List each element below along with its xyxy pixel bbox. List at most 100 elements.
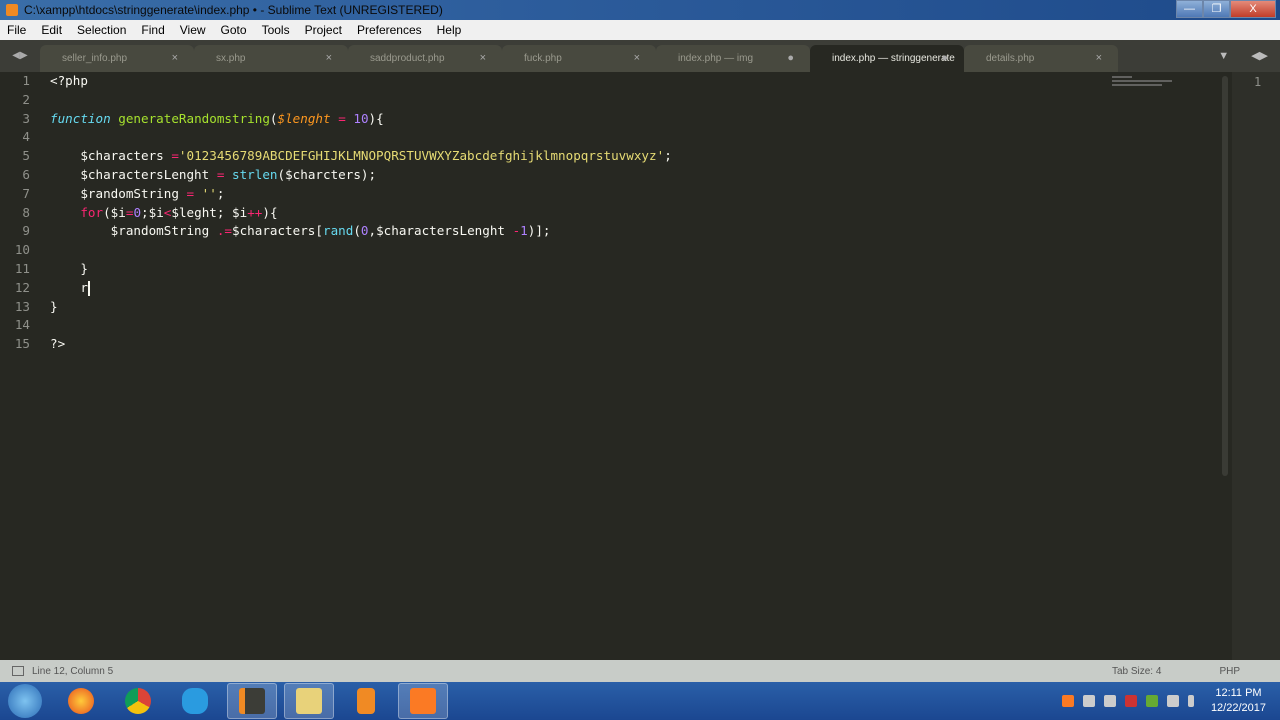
windows-start-icon[interactable] bbox=[8, 684, 42, 718]
tab-label: fuck.php bbox=[524, 53, 562, 64]
unsaved-dot-icon[interactable]: ● bbox=[787, 45, 794, 72]
tab-label: seller_info.php bbox=[62, 53, 128, 64]
code-token: 0 bbox=[133, 204, 142, 220]
code-line[interactable]: $characters ='0123456789ABCDEFGHIJKLMNOP… bbox=[50, 147, 671, 166]
code-line[interactable]: $randomString .=$characters[rand(0,$char… bbox=[50, 222, 672, 241]
line-number: 4 bbox=[22, 129, 30, 145]
tab-saddproduct-php[interactable]: saddproduct.php × bbox=[348, 45, 502, 72]
file-explorer-icon[interactable] bbox=[284, 683, 334, 719]
tab-label: index.php — stringgenerate bbox=[832, 53, 955, 64]
menu-preferences[interactable]: Preferences bbox=[350, 23, 430, 37]
syntax-mode[interactable]: PHP bbox=[1219, 666, 1240, 677]
xampp-icon[interactable] bbox=[398, 683, 448, 719]
tab-close-icon[interactable]: × bbox=[634, 45, 640, 72]
close-button[interactable]: X bbox=[1230, 0, 1276, 18]
tab-index-php-stringgenerate[interactable]: index.php — stringgenerate ● bbox=[810, 45, 964, 72]
vertical-scrollbar[interactable] bbox=[1222, 76, 1228, 476]
restore-button[interactable]: ❐ bbox=[1203, 0, 1230, 18]
tab-nav-arrows-icon[interactable]: ◀▶ bbox=[0, 40, 40, 72]
menu-selection[interactable]: Selection bbox=[70, 23, 134, 37]
chrome-icon[interactable] bbox=[113, 683, 163, 719]
window-title: C:\xampp\htdocs\stringgenerate\index.php… bbox=[24, 3, 443, 17]
code-token: ,$charactersLenght bbox=[368, 223, 513, 239]
code-token: $charactersLenght bbox=[50, 166, 217, 182]
menu-goto[interactable]: Goto bbox=[214, 23, 255, 37]
line-number: 12 bbox=[14, 279, 30, 295]
tab-details-php[interactable]: details.php × bbox=[964, 45, 1118, 72]
sublime-app-icon bbox=[6, 4, 18, 16]
code-token: ){ bbox=[368, 110, 384, 126]
line-number: 15 bbox=[14, 336, 30, 352]
flash-tray-icon[interactable] bbox=[1124, 695, 1137, 707]
code-token: $lenght bbox=[277, 110, 331, 126]
code-line[interactable] bbox=[50, 316, 672, 335]
code-token: ( bbox=[353, 223, 361, 239]
code-line[interactable]: <?php bbox=[50, 72, 672, 91]
media-player-icon[interactable] bbox=[341, 683, 391, 719]
tab-bar: ◀▶ seller_info.php × sx.php × saddproduct.ph… bbox=[0, 40, 1280, 72]
tab-sx-php[interactable]: sx.php × bbox=[194, 45, 348, 72]
code-token: $randomString bbox=[50, 185, 187, 201]
tab-label: index.php — img bbox=[678, 53, 754, 64]
unsaved-dot-icon[interactable]: ● bbox=[941, 45, 948, 72]
code-line[interactable] bbox=[50, 241, 672, 260]
code-token: ){ bbox=[262, 204, 278, 220]
tab-close-icon[interactable]: × bbox=[326, 45, 332, 72]
menu-view[interactable]: View bbox=[173, 23, 214, 37]
line-number: 8 bbox=[22, 204, 30, 220]
code-token: ($charcters); bbox=[277, 166, 377, 182]
tab-fuck-php[interactable]: fuck.php × bbox=[502, 45, 656, 72]
code-line[interactable]: function generateRandomstring($lenght = … bbox=[50, 110, 672, 129]
code-token: ?> bbox=[50, 336, 66, 352]
network-tray-icon[interactable] bbox=[1082, 695, 1095, 707]
tab-scroll-arrows-icon[interactable]: ◀▶ bbox=[1251, 40, 1268, 72]
code-line[interactable]: } bbox=[50, 298, 672, 317]
tab-close-icon[interactable]: × bbox=[1096, 45, 1102, 72]
sublime-text-icon[interactable] bbox=[227, 683, 277, 719]
code-token: <?php bbox=[50, 73, 88, 88]
menu-tools[interactable]: Tools bbox=[255, 23, 298, 37]
cursor-position: Line 12, Column 5 bbox=[32, 665, 114, 677]
code-line[interactable]: $charactersLenght = strlen($charcters); bbox=[50, 166, 672, 185]
minimap[interactable] bbox=[1112, 76, 1182, 90]
tab-close-icon[interactable]: × bbox=[480, 45, 486, 72]
code-token: '' bbox=[201, 185, 217, 201]
code-line[interactable]: } bbox=[50, 260, 672, 279]
action-center-icon[interactable] bbox=[1166, 695, 1179, 707]
code-line[interactable]: $randomString = ''; bbox=[50, 185, 672, 204]
system-tray: 12:11 PM 12/22/2017 bbox=[1061, 686, 1280, 716]
menu-help[interactable]: Help bbox=[430, 23, 470, 37]
code-token: ($i bbox=[103, 204, 126, 220]
code-line[interactable]: ?> bbox=[50, 335, 672, 354]
code-line[interactable]: for($i=0;$i<$leght; $i++){ bbox=[50, 204, 672, 223]
xampp-tray-icon[interactable] bbox=[1061, 695, 1074, 707]
line-number-gutter: 1 2 3 4 5 6 7 8 9 10 11 12 13 14 15 bbox=[0, 72, 40, 660]
tab-index-php-img[interactable]: index.php — img ● bbox=[656, 45, 810, 72]
nvidia-tray-icon[interactable] bbox=[1145, 695, 1158, 707]
clock[interactable]: 12:11 PM 12/22/2017 bbox=[1211, 686, 1266, 716]
tab-close-icon[interactable]: × bbox=[172, 45, 178, 72]
code-token: } bbox=[50, 298, 58, 314]
code-token: $randomString bbox=[50, 223, 217, 239]
menu-find[interactable]: Find bbox=[134, 23, 172, 37]
panel-toggle-icon[interactable] bbox=[12, 666, 24, 676]
code-editor[interactable]: <?php function generateRandomstring($leng… bbox=[50, 72, 672, 354]
clock-time: 12:11 PM bbox=[1215, 687, 1262, 699]
firefox-icon[interactable] bbox=[56, 683, 106, 719]
menu-file[interactable]: File bbox=[0, 23, 34, 37]
code-token: strlen bbox=[232, 166, 278, 182]
tray-icon[interactable] bbox=[1103, 695, 1116, 707]
menu-edit[interactable]: Edit bbox=[34, 23, 70, 37]
menu-project[interactable]: Project bbox=[298, 23, 350, 37]
tab-seller-info-php[interactable]: seller_info.php × bbox=[40, 45, 194, 72]
internet-explorer-icon[interactable] bbox=[170, 683, 220, 719]
code-line[interactable] bbox=[50, 128, 672, 147]
minimize-button[interactable]: — bbox=[1176, 0, 1203, 18]
volume-icon[interactable] bbox=[1187, 695, 1194, 707]
code-line[interactable]: r bbox=[50, 279, 672, 298]
code-line[interactable] bbox=[50, 91, 672, 110]
tab-dropdown-icon[interactable]: ▼ bbox=[1218, 40, 1229, 72]
tab-size[interactable]: Tab Size: 4 bbox=[1112, 666, 1161, 677]
